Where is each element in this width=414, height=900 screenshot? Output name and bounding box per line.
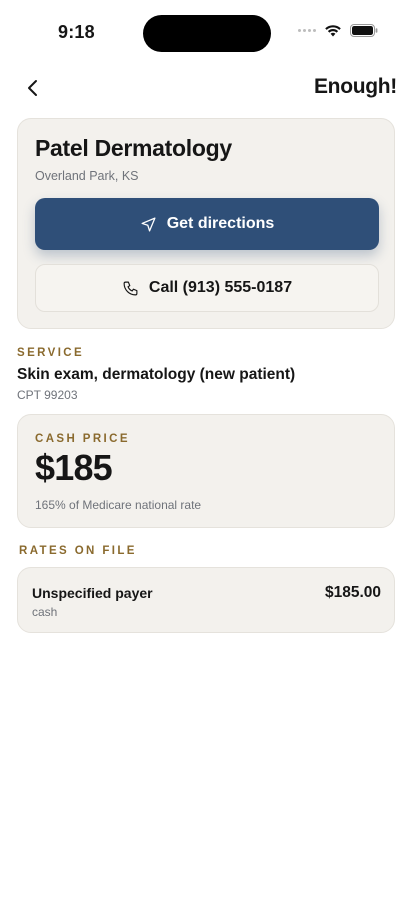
service-section-label: SERVICE bbox=[17, 347, 85, 359]
provider-location: Overland Park, KS bbox=[35, 169, 139, 183]
cash-price-label: CASH PRICE bbox=[35, 433, 130, 445]
rate-payer-type: cash bbox=[32, 605, 58, 619]
cash-price-value: $185 bbox=[35, 447, 113, 488]
screen: 9:18 Enough! Patel Dermatology Overland … bbox=[0, 0, 414, 900]
status-icons bbox=[298, 24, 378, 37]
battery-icon bbox=[350, 24, 378, 37]
phone-icon bbox=[123, 281, 138, 295]
chevron-left-icon bbox=[28, 80, 37, 96]
provider-name: Patel Dermatology bbox=[35, 135, 232, 161]
status-time: 9:18 bbox=[58, 22, 95, 42]
app-brand: Enough! bbox=[313, 75, 397, 98]
status-bar: 9:18 bbox=[0, 0, 414, 60]
rate-payer-name: Unspecified payer bbox=[32, 585, 153, 601]
cellular-signal-icon bbox=[298, 29, 316, 32]
service-code: CPT 99203 bbox=[17, 388, 78, 402]
service-name: Skin exam, dermatology (new patient) bbox=[17, 366, 296, 383]
navigation-arrow-icon bbox=[141, 216, 156, 232]
call-button[interactable]: Call (913) 555-0187 bbox=[35, 264, 379, 312]
provider-card: Patel Dermatology Overland Park, KS Get … bbox=[17, 118, 395, 329]
cash-price-note: 165% of Medicare national rate bbox=[35, 498, 202, 512]
nav-bar: Enough! bbox=[0, 72, 414, 104]
rate-amount: $185.00 bbox=[324, 584, 381, 601]
wifi-icon bbox=[325, 25, 341, 37]
back-button[interactable] bbox=[22, 76, 44, 100]
call-label: Call (913) 555-0187 bbox=[148, 279, 293, 296]
cash-price-card: CASH PRICE $185 165% of Medicare nationa… bbox=[17, 414, 395, 528]
rate-row: Unspecified payer cash $185.00 bbox=[17, 567, 395, 633]
get-directions-label: Get directions bbox=[166, 215, 275, 232]
get-directions-button[interactable]: Get directions bbox=[35, 198, 379, 250]
dynamic-island bbox=[143, 15, 271, 52]
rates-section-label: RATES ON FILE bbox=[19, 545, 137, 557]
